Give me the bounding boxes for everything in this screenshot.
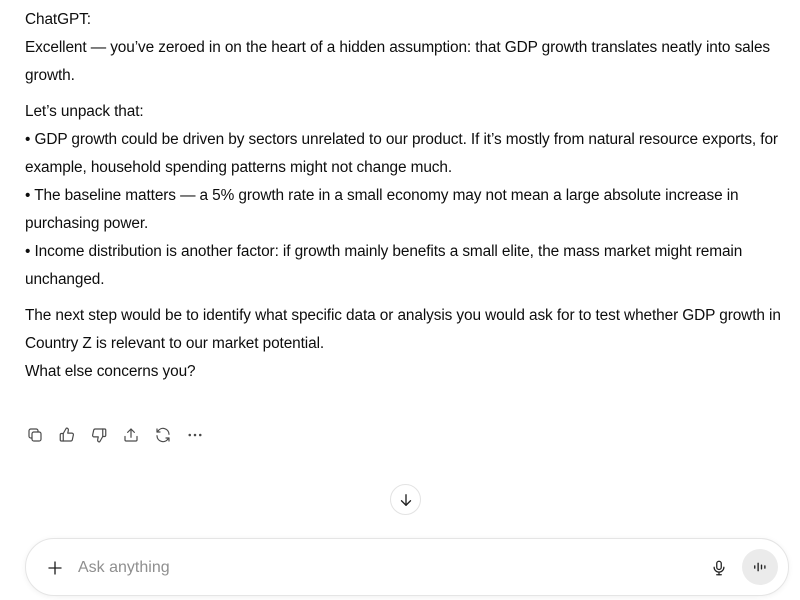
thumbs-up-icon xyxy=(59,427,74,442)
copy-icon xyxy=(28,428,42,442)
bullet-item: GDP growth could be driven by sectors un… xyxy=(25,126,790,182)
scroll-to-bottom-button[interactable] xyxy=(390,484,421,515)
more-actions-button[interactable] xyxy=(184,424,206,446)
assistant-message: ChatGPT: Excellent — you’ve zeroed in on… xyxy=(25,6,790,386)
regenerate-button[interactable] xyxy=(152,424,174,446)
add-attachment-button[interactable] xyxy=(42,555,68,581)
share-button[interactable] xyxy=(120,424,142,446)
bullet-item: The baseline matters — a 5% growth rate … xyxy=(25,182,790,238)
speaker-label: ChatGPT: xyxy=(25,11,91,28)
bullet-item: Income distribution is another factor: i… xyxy=(25,238,790,294)
message-question: What else concerns you? xyxy=(25,363,196,380)
more-icon xyxy=(188,433,202,437)
message-next-step: The next step would be to identify what … xyxy=(25,307,781,352)
message-input[interactable] xyxy=(78,556,678,580)
message-lead-in: Let’s unpack that: xyxy=(25,103,144,120)
thumbs-down-icon xyxy=(92,428,107,443)
composer xyxy=(25,538,789,596)
regenerate-icon xyxy=(156,427,170,443)
message-intro: Excellent — you’ve zeroed in on the hear… xyxy=(25,39,770,84)
share-icon xyxy=(124,428,138,442)
microphone-icon xyxy=(713,560,725,576)
copy-button[interactable] xyxy=(24,424,46,446)
bad-response-button[interactable] xyxy=(88,424,110,446)
voice-mode-button[interactable] xyxy=(742,549,778,585)
plus-icon xyxy=(48,561,62,575)
chat-page: ChatGPT: Excellent — you’ve zeroed in on… xyxy=(0,0,800,600)
dictate-button[interactable] xyxy=(706,555,732,581)
voice-waveform-icon xyxy=(754,562,766,572)
message-actions xyxy=(24,424,206,446)
arrow-down-icon xyxy=(400,493,411,506)
good-response-button[interactable] xyxy=(56,424,78,446)
